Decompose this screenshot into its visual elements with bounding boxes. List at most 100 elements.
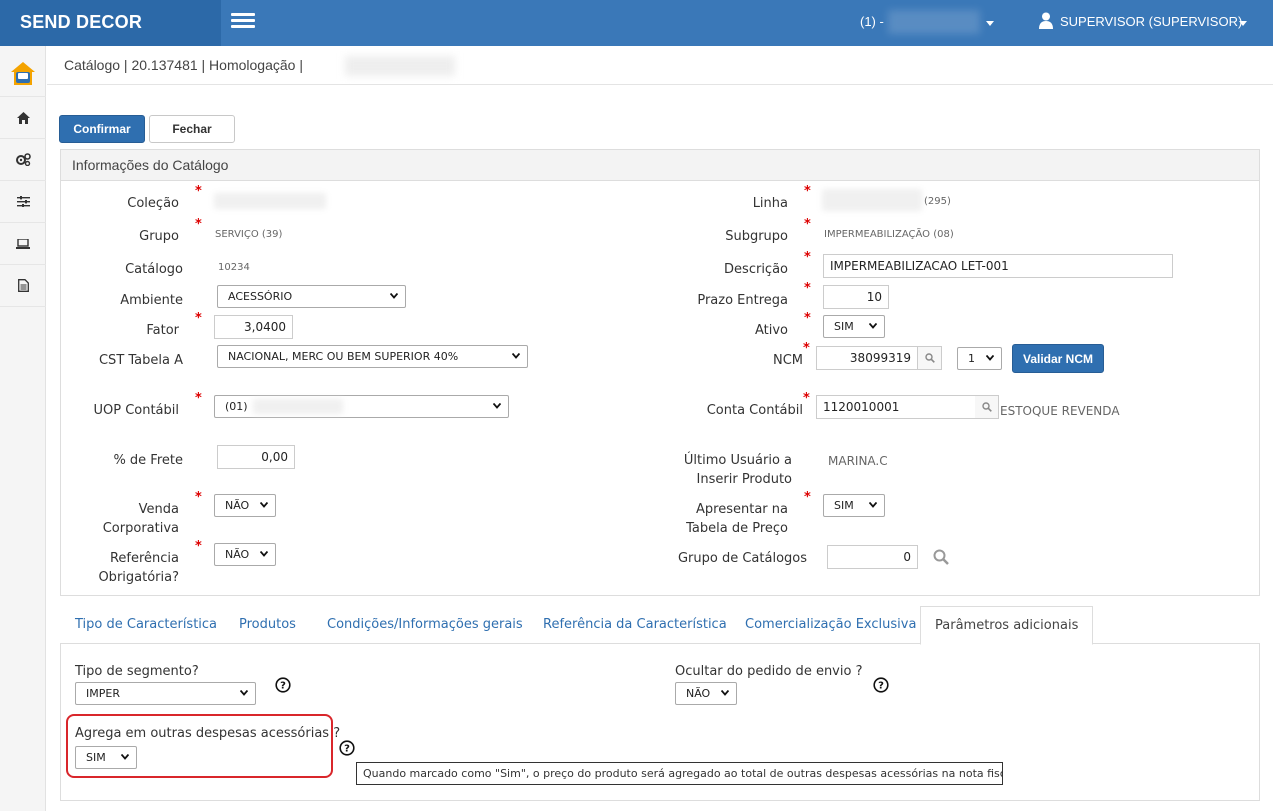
required-marker: * — [195, 490, 202, 505]
required-marker: * — [804, 490, 811, 505]
colecao-value-redacted — [214, 193, 326, 209]
grupo-catalogos-label: Grupo de Catálogos — [677, 551, 807, 566]
tipo-segmento-select[interactable]: IMPER — [75, 682, 256, 705]
conta-search-button[interactable] — [975, 395, 999, 419]
tab-tipo-caracteristica[interactable]: Tipo de Característica — [75, 606, 217, 644]
venda-corporativa-select[interactable]: NÃO — [214, 494, 276, 517]
frete-label: % de Frete — [113, 453, 183, 468]
user-icon — [1039, 12, 1053, 29]
ncm-input[interactable]: 38099319 — [816, 346, 918, 370]
help-icon[interactable]: ? — [275, 677, 291, 693]
ativo-select[interactable]: SIM — [823, 315, 885, 338]
venda-corporativa-label: Venda Corporativa — [102, 502, 179, 536]
help-tooltip: Quando marcado como "Sim", o preço do pr… — [356, 762, 1003, 785]
search-icon — [981, 402, 992, 412]
company-selector[interactable]: (1) - — [860, 14, 884, 29]
linha-value-redacted — [822, 189, 922, 211]
svg-text:?: ? — [280, 681, 286, 692]
ncm-label: NCM — [772, 353, 803, 368]
required-marker: * — [804, 281, 811, 296]
ncm-seq-select[interactable]: 1 — [957, 347, 1002, 370]
linha-value-code: (295) — [924, 196, 951, 207]
required-marker: * — [804, 250, 811, 265]
tab-comercializacao-exclusiva[interactable]: Comercialização Exclusiva — [745, 606, 916, 644]
uop-name-redacted — [253, 399, 343, 414]
grupo-catalogos-input[interactable]: 0 — [827, 545, 918, 569]
required-marker: * — [195, 217, 202, 232]
descricao-label: Descrição — [724, 262, 788, 277]
required-marker: * — [804, 184, 811, 199]
ultimo-usuario-label-1: Último Usuário a — [683, 453, 792, 468]
agrega-despesas-select[interactable]: SIM — [75, 746, 137, 769]
user-menu[interactable]: SUPERVISOR (SUPERVISOR) — [1060, 14, 1242, 29]
ativo-label: Ativo — [754, 323, 788, 338]
help-icon[interactable]: ? — [873, 677, 889, 693]
tab-parametros-adicionais[interactable]: Parâmetros adicionais — [920, 606, 1094, 645]
grupo-label: Grupo — [139, 229, 179, 244]
chevron-down-icon — [390, 293, 398, 299]
tab-condicoes[interactable]: Condições/Informações gerais — [327, 606, 523, 644]
tipo-segmento-label: Tipo de segmento? — [75, 664, 199, 679]
catalogo-value: 10234 — [218, 262, 250, 273]
svg-text:?: ? — [344, 744, 350, 755]
chevron-down-icon[interactable] — [986, 21, 994, 26]
conta-contabil-description: ESTOQUE REVENDA — [1000, 404, 1120, 418]
ncm-search-button[interactable] — [918, 346, 942, 370]
brand-logo[interactable]: SEND DECOR — [0, 0, 221, 46]
chevron-down-icon — [721, 690, 729, 696]
colecao-label: Coleção — [127, 196, 179, 211]
chevron-down-icon — [493, 403, 501, 409]
cst-label: CST Tabela A — [98, 353, 183, 368]
tab-produtos[interactable]: Produtos — [239, 606, 296, 644]
laptop-icon — [16, 238, 30, 249]
descricao-input[interactable]: IMPERMEABILIZACAO LET-001 — [823, 254, 1173, 278]
validate-ncm-button[interactable]: Validar NCM — [1012, 344, 1104, 373]
sidebar-item-home[interactable] — [0, 97, 46, 139]
tab-referencia-caracteristica[interactable]: Referência da Característica — [543, 606, 727, 644]
prazo-entrega-input[interactable]: 10 — [823, 285, 889, 309]
apresentar-label-1: Apresentar na — [696, 502, 788, 517]
cst-select[interactable]: NACIONAL, MERC OU BEM SUPERIOR 40% — [217, 345, 528, 368]
ocultar-pedido-label: Ocultar do pedido de envio ? — [675, 664, 863, 679]
company-name-redacted — [888, 10, 980, 34]
conta-contabil-input[interactable]: 1120010001 — [816, 395, 976, 419]
confirm-button[interactable]: Confirmar — [59, 115, 145, 143]
required-marker: * — [803, 391, 810, 406]
close-button[interactable]: Fechar — [149, 115, 235, 143]
fator-input[interactable]: 3,0400 — [214, 315, 293, 339]
fator-label: Fator — [146, 323, 179, 338]
sidebar-logo[interactable] — [0, 51, 46, 97]
chevron-down-icon — [986, 355, 994, 361]
conta-contabil-label: Conta Contábil — [706, 403, 803, 418]
frete-input[interactable]: 0,00 — [217, 445, 295, 469]
sofa-logo-icon — [11, 61, 35, 85]
sidebar-item-filters[interactable] — [0, 181, 46, 223]
sidebar — [0, 46, 46, 811]
apresentar-label-2: Tabela de Preço — [686, 521, 788, 536]
gears-icon — [15, 153, 31, 166]
top-bar: SEND DECOR (1) - SUPERVISOR (SUPERVISOR) — [0, 0, 1273, 46]
chevron-down-icon — [260, 502, 268, 508]
search-icon — [924, 353, 935, 363]
sidebar-item-document[interactable] — [0, 265, 46, 307]
home-icon — [16, 111, 30, 124]
ocultar-pedido-select[interactable]: NÃO — [675, 682, 737, 705]
referencia-obrigatoria-select[interactable]: NÃO — [214, 543, 276, 566]
sidebar-item-laptop[interactable] — [0, 223, 46, 265]
sidebar-item-settings[interactable] — [0, 139, 46, 181]
panel-title: Informações do Catálogo — [61, 150, 1259, 181]
ambiente-select[interactable]: ACESSÓRIO — [217, 285, 406, 308]
help-icon[interactable]: ? — [339, 740, 355, 756]
chevron-down-icon[interactable] — [1239, 21, 1247, 26]
menu-toggle-icon[interactable] — [231, 13, 255, 31]
prazo-entrega-label: Prazo Entrega — [697, 293, 788, 308]
subgrupo-value: IMPERMEABILIZAÇÃO (08) — [824, 229, 954, 240]
search-icon[interactable] — [933, 549, 949, 565]
sliders-icon — [16, 196, 30, 207]
document-icon — [17, 279, 29, 292]
apresentar-tabela-select[interactable]: SIM — [823, 494, 885, 517]
required-marker: * — [804, 311, 811, 326]
chevron-down-icon — [512, 353, 520, 359]
breadcrumb-redacted — [345, 56, 455, 76]
ambiente-label: Ambiente — [120, 293, 183, 308]
